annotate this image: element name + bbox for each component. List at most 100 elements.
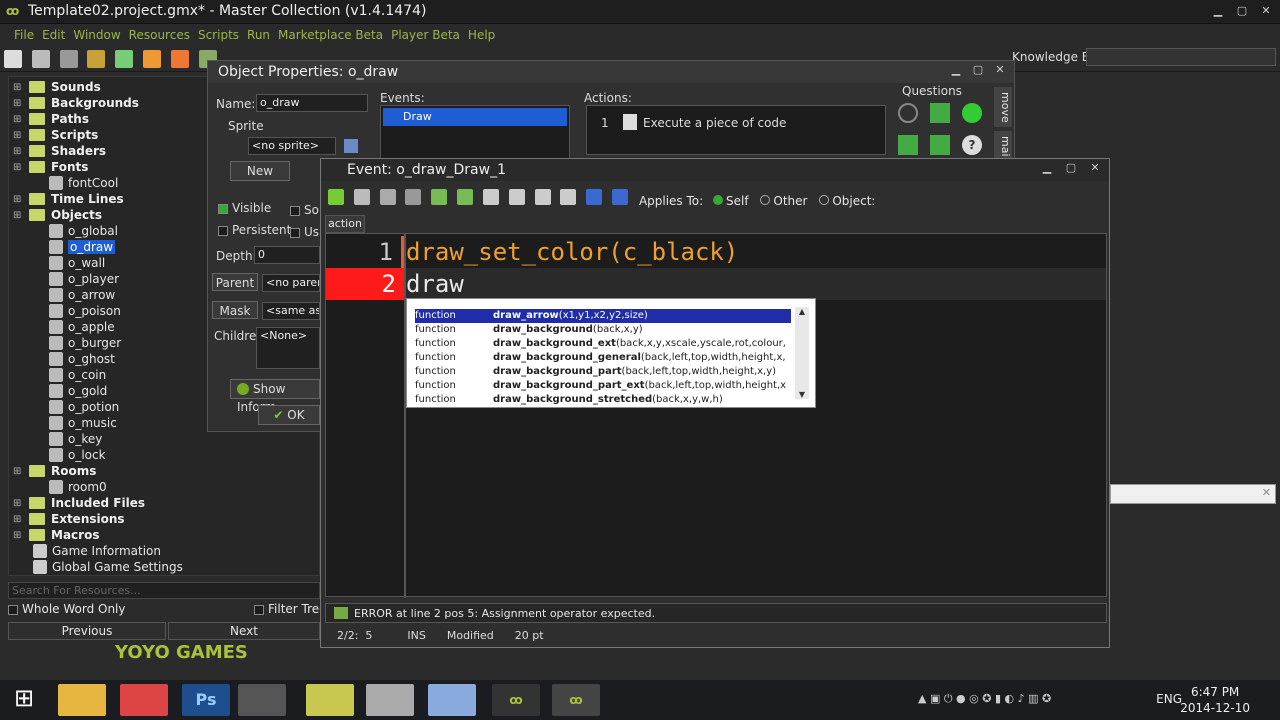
check-object-icon[interactable] [962,103,982,123]
sprite-menu-icon[interactable] [344,139,358,153]
tree-item[interactable]: ⊞ Fonts [13,159,88,175]
mask-button[interactable]: Mask [212,301,258,319]
autocomplete-item[interactable]: function draw_background_general(back,lef… [415,351,791,365]
new-sprite-button[interactable]: New [230,161,290,181]
expand-icon[interactable]: ⊞ [13,466,25,477]
tree-item[interactable]: Game Information [33,543,161,559]
depth-input[interactable]: 0 [254,246,320,264]
tree-item[interactable]: o_arrow [49,287,115,303]
uses-physics-checkbox[interactable]: Us [290,225,319,239]
build-icon[interactable] [87,50,106,68]
menu-marketplace[interactable]: Marketplace Beta [274,24,387,46]
recorder-icon[interactable] [238,684,286,716]
expand-icon[interactable]: ⊞ [13,514,25,525]
check-collision-icon[interactable] [930,103,950,123]
expand-icon[interactable]: ⊞ [13,130,25,141]
test-chance-icon[interactable] [930,135,950,155]
autocomplete-item[interactable]: function draw_arrow(x1,y1,x2,y2,size) [415,309,791,323]
code-area[interactable]: 1 draw_set_color(c_black) 2 draw functio… [325,233,1107,598]
cut-icon[interactable] [482,189,499,205]
tree-item[interactable]: o_gold [49,383,107,399]
scroll-down-icon[interactable]: ▼ [795,390,809,399]
tree-item[interactable]: o_burger [49,335,121,351]
tree-item[interactable]: o_apple [49,319,115,335]
tree-item[interactable]: ⊞ Scripts [13,127,98,143]
sticky-notes-icon[interactable] [306,684,354,716]
tree-item[interactable]: o_wall [49,255,105,271]
show-information-button[interactable]: Show Inform [230,379,320,414]
expand-icon[interactable]: ⊞ [13,114,25,125]
name-input[interactable]: o_draw [256,94,368,112]
other-radio[interactable] [760,195,771,205]
autocomplete-item[interactable]: function draw_background(back,x,y) [415,323,791,337]
tree-item[interactable]: ⊞ Paths [13,111,89,127]
photoshop-icon[interactable]: Ps [182,684,230,716]
close-icon[interactable]: ✕ [1083,161,1107,177]
debug-icon[interactable] [143,50,162,68]
autocomplete-scrollbar[interactable]: ▲ ▼ [795,307,809,399]
file-explorer-icon[interactable] [58,684,106,716]
visible-checkbox[interactable]: Visible [218,201,271,215]
sprite-field[interactable]: <no sprite> [248,137,336,155]
tree-item[interactable]: o_poison [49,303,121,319]
tree-item[interactable]: o_lock [49,447,106,463]
autocomplete-item[interactable]: function draw_background_stretched(back,x… [415,393,791,407]
tree-item[interactable]: ⊞ Macros [13,527,99,543]
language-indicator[interactable]: ENG [1156,692,1182,706]
tree-item[interactable]: o_key [49,431,102,447]
load-icon[interactable] [353,189,370,205]
maximize-icon[interactable]: ▢ [1059,161,1083,177]
open-icon[interactable] [31,50,50,68]
autocomplete-item[interactable]: function draw_background_part_ext(back,le… [415,379,791,393]
new-file-icon[interactable] [4,50,22,68]
snippets-icon[interactable] [586,189,603,205]
autocomplete-item[interactable]: function draw_background_part(back,left,t… [415,365,791,379]
clear-icon[interactable]: ✕ [1262,486,1271,499]
system-tray[interactable]: ▲ ▣ ⏻ ● ◎ ✪ ▮ ◐ ♪ ▥ ✪ [918,692,1118,708]
tree-item[interactable]: o_draw [49,239,116,255]
menu-help[interactable]: Help [464,24,499,46]
tree-item[interactable]: o_potion [49,399,119,415]
event-draw-item[interactable]: Draw [383,108,567,126]
maximize-icon[interactable]: ▢ [1230,4,1254,20]
filter-tree-checkbox[interactable]: Filter Tree [254,602,327,616]
expand-icon[interactable]: ⊞ [13,210,25,221]
minimize-icon[interactable]: ▁ [944,63,968,79]
tree-item[interactable]: fontCool [49,175,118,191]
menu-file[interactable]: File [10,24,38,46]
expand-icon[interactable]: ⊞ [13,82,25,93]
tree-item[interactable]: ⊞ Backgrounds [13,95,139,111]
menu-scripts[interactable]: Scripts [194,24,243,46]
gamemaker-taskbar-icon[interactable]: ꝏ [492,684,540,716]
knowledge-base-input[interactable] [1086,48,1276,66]
side-input-strip[interactable]: ✕ [1110,484,1276,504]
tree-item[interactable]: o_music [49,415,117,431]
check-question-icon[interactable]: ? [962,135,982,155]
menu-edit[interactable]: Edit [38,24,69,46]
close-icon[interactable]: ✕ [988,63,1012,79]
tab-main[interactable]: mai [994,131,1012,161]
tab-move[interactable]: move [994,87,1012,127]
print-icon[interactable] [405,189,422,205]
maximize-icon[interactable]: ▢ [966,63,990,79]
minimize-icon[interactable]: ▁ [1206,4,1230,20]
next-button[interactable]: Next [168,622,320,640]
tree-item[interactable]: o_global [49,223,118,239]
tree-item[interactable]: ⊞ Rooms [13,463,96,479]
tree-item[interactable]: ⊞ Extensions [13,511,125,527]
check-empty-icon[interactable] [898,103,918,123]
autocomplete-item[interactable]: function draw_background_ext(back,x,y,xsc… [415,337,791,351]
persistent-checkbox[interactable]: Persistent [218,223,291,237]
tree-item[interactable]: room0 [49,479,107,495]
menu-run[interactable]: Run [243,24,274,46]
clock[interactable]: 6:47 PM 2014-12-10 [1180,684,1250,716]
resource-search-input[interactable]: Search For Resources... [8,582,320,599]
expand-icon[interactable]: ⊞ [13,162,25,173]
scroll-up-icon[interactable]: ▲ [795,307,809,316]
object-radio[interactable] [819,195,830,205]
tree-item[interactable]: ⊞ Included Files [13,495,145,511]
tree-item[interactable]: o_ghost [49,351,115,367]
apps-icon[interactable] [120,684,168,716]
menu-window[interactable]: Window [69,24,124,46]
menu-resources[interactable]: Resources [125,24,194,46]
